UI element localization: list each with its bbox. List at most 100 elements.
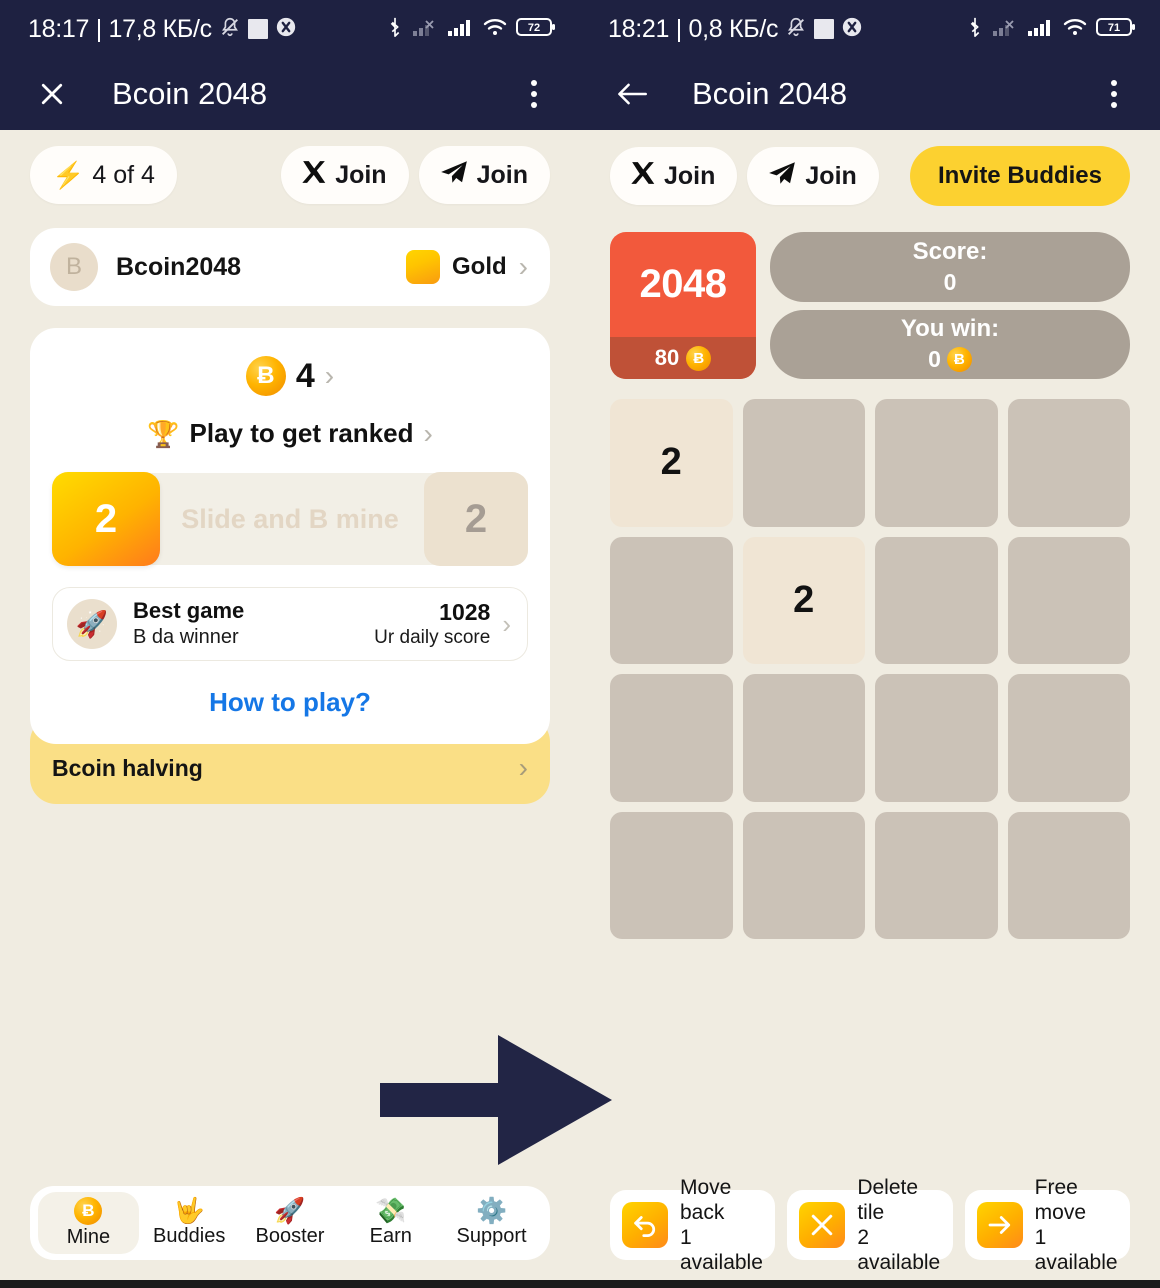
- you-win-key: You win:: [900, 315, 1000, 343]
- gear-icon: ⚙️: [476, 1196, 508, 1225]
- bottom-strip: [0, 1280, 1160, 1288]
- board-cell[interactable]: [875, 399, 998, 527]
- delete-tile-text: Delete tile 2 available: [857, 1175, 940, 1276]
- profile-row[interactable]: B Bcoin2048 Gold ›: [30, 228, 550, 306]
- left-body: ⚡ 4 of 4 Join Join B Bcoin2048 Gold › Ƀ …: [0, 130, 580, 1288]
- you-win-value-wrap: 0 Ƀ: [928, 346, 972, 373]
- kebab-menu-icon[interactable]: [514, 72, 554, 116]
- energy-pill[interactable]: ⚡ 4 of 4: [30, 146, 177, 204]
- free-move-text: Free move 1 available: [1035, 1175, 1118, 1276]
- play-to-get-ranked-row[interactable]: 🏆 Play to get ranked ›: [52, 418, 528, 449]
- page-title: Bcoin 2048: [112, 76, 268, 111]
- join-x-button[interactable]: Join: [610, 147, 738, 205]
- kebab-menu-icon[interactable]: [1094, 72, 1134, 116]
- logo-title: 2048: [639, 262, 727, 306]
- square-icon: [814, 19, 835, 39]
- join-x-label: Join: [664, 161, 716, 190]
- board-cell[interactable]: [875, 536, 998, 664]
- svg-text:71: 71: [1108, 22, 1120, 34]
- nav-item-support[interactable]: ⚙️ Support: [441, 1192, 542, 1254]
- board-cell[interactable]: [610, 811, 733, 939]
- left-pill-row: ⚡ 4 of 4 Join Join: [30, 130, 550, 204]
- mine-progress-slider[interactable]: 2 Slide and B mine 2: [52, 472, 528, 566]
- bottom-navigation: Ƀ Mine 🤟 Buddies 🚀 Booster 💸 Earn ⚙️ Sup…: [30, 1186, 550, 1260]
- battery-icon: 72: [516, 16, 558, 43]
- board-cell[interactable]: [1007, 674, 1130, 802]
- ranked-label: Play to get ranked: [189, 418, 414, 448]
- bell-muted-icon: [219, 16, 241, 43]
- board-cell[interactable]: [1007, 811, 1130, 939]
- you-win-value: 0: [928, 346, 941, 373]
- board-cell[interactable]: [610, 674, 733, 802]
- square-icon: [247, 19, 268, 39]
- board-cell[interactable]: [1007, 399, 1130, 527]
- right-title-bar: Bcoin 2048: [580, 58, 1160, 130]
- best-game-text: Best game B da winner: [133, 598, 244, 649]
- signal-off-icon: [993, 17, 1019, 42]
- invite-buddies-button[interactable]: Invite Buddies: [909, 146, 1130, 206]
- board-cell[interactable]: 2: [742, 536, 865, 664]
- move-back-button[interactable]: Move back 1 available: [610, 1176, 776, 1274]
- x-twitter-icon: [630, 160, 656, 193]
- profile-card: B Bcoin2048 Gold ›: [30, 228, 550, 306]
- delete-tile-button[interactable]: Delete tile 2 available: [787, 1176, 953, 1274]
- score-column: Score: 0 You win: 0 Ƀ: [770, 232, 1130, 379]
- balance-amount: 4: [295, 356, 315, 395]
- best-game-title: Best game: [133, 598, 245, 624]
- undo-arrow-icon: [622, 1202, 668, 1248]
- nav-item-earn[interactable]: 💸 Earn: [340, 1192, 441, 1254]
- how-to-play-link[interactable]: How to play?: [52, 687, 528, 718]
- bluetooth-icon: [386, 16, 404, 43]
- close-button[interactable]: [30, 72, 74, 116]
- left-status-right: 72: [386, 16, 558, 43]
- move-back-text: Move back 1 available: [680, 1175, 763, 1276]
- balance-chevron-icon: ›: [324, 360, 335, 391]
- board-cell[interactable]: [742, 674, 865, 802]
- join-x-button[interactable]: Join: [281, 146, 409, 204]
- left-title-bar: Bcoin 2048: [0, 58, 580, 130]
- game-board[interactable]: 2 2: [610, 399, 1130, 939]
- username-label: Bcoin2048: [116, 252, 242, 281]
- nav-item-mine[interactable]: Ƀ Mine: [38, 1192, 139, 1254]
- gold-badge-icon: [406, 250, 441, 284]
- right-status-bar: 18:21 | 0,8 КБ/с 71: [580, 0, 1160, 58]
- you-win-box: You win: 0 Ƀ: [770, 309, 1130, 379]
- bluetooth-icon: [966, 16, 984, 43]
- board-cell[interactable]: [610, 536, 733, 664]
- wifi-icon: [483, 17, 507, 42]
- nav-label-booster: Booster: [255, 1224, 325, 1247]
- right-arrow-icon: [976, 1202, 1023, 1248]
- circle-x-icon: [275, 16, 297, 43]
- bcoin-icon: Ƀ: [686, 345, 712, 371]
- rank-label: Gold: [452, 253, 507, 280]
- page-title: Bcoin 2048: [692, 76, 848, 111]
- slider-left-tile: 2: [52, 472, 160, 566]
- board-cell[interactable]: [875, 811, 998, 939]
- balance-row[interactable]: Ƀ 4 ›: [52, 356, 528, 396]
- board-cell[interactable]: [742, 811, 865, 939]
- board-cell[interactable]: [1007, 536, 1130, 664]
- score-key: Score:: [912, 237, 988, 265]
- free-move-button[interactable]: Free move 1 available: [964, 1176, 1130, 1274]
- back-button[interactable]: [610, 72, 654, 116]
- bcoin-icon: Ƀ: [245, 356, 286, 396]
- join-telegram-button[interactable]: Join: [747, 147, 879, 205]
- board-cell[interactable]: 2: [610, 399, 733, 527]
- join-telegram-button[interactable]: Join: [418, 146, 550, 204]
- telegram-icon: [767, 160, 797, 193]
- nav-item-buddies[interactable]: 🤟 Buddies: [139, 1192, 240, 1254]
- best-game-row[interactable]: 🚀 Best game B da winner 1028 Ur daily sc…: [52, 587, 528, 661]
- action-buttons-row: Move back 1 available Delete tile 2 avai…: [610, 1176, 1130, 1274]
- best-game-score: 1028: [439, 599, 491, 626]
- nav-item-booster[interactable]: 🚀 Booster: [240, 1192, 341, 1254]
- board-cell[interactable]: [742, 399, 865, 527]
- free-move-sub: 1 available: [1034, 1226, 1118, 1275]
- best-game-score-label: Ur daily score: [374, 627, 491, 649]
- halving-label: Bcoin halving: [52, 755, 203, 781]
- bcoin-icon: Ƀ: [946, 347, 972, 373]
- delete-tile-title: Delete tile: [857, 1175, 919, 1224]
- score-value: 0: [943, 268, 957, 295]
- x-twitter-icon: [301, 159, 327, 192]
- bcoin-icon: Ƀ: [74, 1197, 103, 1225]
- board-cell[interactable]: [875, 674, 998, 802]
